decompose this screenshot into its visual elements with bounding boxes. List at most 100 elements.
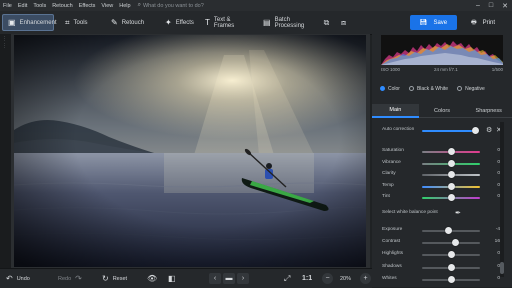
tab-tools[interactable]: ⌗ Tools	[60, 14, 100, 31]
slider-row-shadows: Shadows 0	[382, 263, 500, 273]
menu-file[interactable]: File	[0, 3, 15, 9]
slider-knob[interactable]	[444, 227, 452, 234]
save-icon: 💾︎	[419, 20, 428, 26]
mode-label: Negative	[465, 86, 485, 92]
grip-icon[interactable]: ⋮	[2, 36, 7, 42]
slider-row-vibrance: Vibrance 0	[382, 159, 500, 169]
menu-effects[interactable]: Effects	[76, 3, 99, 9]
slider-row-tint: Tint 0	[382, 193, 500, 203]
redo-icon: ↷	[75, 274, 82, 283]
panel-tabs: Main Colors Sharpness	[372, 104, 512, 118]
maximize-icon[interactable]: □	[489, 2, 493, 9]
slider-label: Contrast	[382, 239, 401, 245]
chevron-left-icon: ‹	[213, 275, 217, 282]
tab-sharpness[interactable]: Sharpness	[465, 104, 512, 118]
mode-label: Black & White	[416, 86, 449, 92]
menu-view[interactable]: View	[98, 3, 116, 9]
slider-knob[interactable]	[472, 127, 479, 134]
toolbar: ▣ Enhancement ⌗ Tools ✎ Retouch ✦ Effect…	[0, 11, 512, 35]
panel-scrollbar[interactable]	[500, 122, 504, 277]
zoom-level[interactable]: 20%	[340, 273, 351, 284]
actual-size-button[interactable]: 1:1	[302, 273, 312, 284]
mode-color[interactable]: Color	[380, 86, 400, 92]
slider-knob[interactable]	[447, 275, 455, 283]
tab-colors[interactable]: Colors	[418, 104, 466, 118]
scrollbar-thumb[interactable]	[500, 262, 504, 274]
auto-correction-label: Auto correction	[382, 127, 415, 132]
menu-tools[interactable]: Tools	[30, 3, 49, 9]
eye-icon: 👁︎	[147, 274, 158, 283]
tab-text-frames[interactable]: T Text & Frames	[200, 14, 254, 31]
tab-label: Enhancement	[19, 19, 57, 26]
slider-knob[interactable]	[447, 171, 455, 178]
slider-knob[interactable]	[447, 263, 455, 271]
split-view-icon: ◧	[168, 274, 176, 283]
grip-icon[interactable]: ⋮	[2, 43, 7, 49]
slider-knob[interactable]	[447, 194, 455, 201]
slider-value: 0	[497, 171, 500, 176]
before-after-button[interactable]: ◧	[168, 273, 176, 284]
mode-black-white[interactable]: Black & White	[408, 86, 449, 92]
slider-value: 0	[497, 148, 500, 153]
radio-icon	[408, 86, 414, 92]
print-button[interactable]: 🖶︎ Print	[462, 15, 504, 30]
menu-bar: File Edit Tools Retouch Effects View Hel…	[0, 0, 512, 11]
mode-negative[interactable]: Negative	[457, 86, 485, 92]
tab-label: Tools	[73, 19, 88, 26]
reset-icon: ↻	[102, 274, 109, 283]
photo[interactable]	[14, 35, 366, 267]
menu-edit[interactable]: Edit	[15, 3, 30, 9]
gear-icon[interactable]: ⚙	[486, 126, 492, 134]
mode-label: Color	[388, 86, 400, 92]
slider-knob[interactable]	[447, 182, 455, 190]
history-icon[interactable]: ⧈	[337, 16, 350, 29]
bottom-bar: ↶ Undo Redo ↷ ↻ Reset 👁︎ ◧ ‹ ▬ › ⤢ 1:1 −…	[0, 268, 372, 288]
slider-knob[interactable]	[447, 159, 455, 167]
slider-knob[interactable]	[452, 239, 460, 247]
next-photo-button[interactable]: ›	[237, 273, 249, 284]
slider-label: Vibrance	[382, 159, 401, 165]
preview-button[interactable]: 👁︎	[147, 273, 157, 284]
enhancement-icon: ▣	[8, 18, 16, 27]
redo-button[interactable]: Redo ↷	[58, 273, 82, 284]
menu-retouch[interactable]: Retouch	[49, 3, 76, 9]
tab-enhancement[interactable]: ▣ Enhancement	[2, 14, 57, 31]
text-icon: T	[205, 18, 210, 27]
save-button[interactable]: 💾︎ Save	[410, 15, 457, 30]
minus-icon: −	[325, 275, 330, 282]
tab-main[interactable]: Main	[372, 104, 419, 118]
menu-help[interactable]: Help	[116, 3, 133, 9]
zoom-in-button[interactable]: +	[360, 273, 371, 284]
auto-correction-row: Auto correction ⚙ ✕	[382, 126, 502, 136]
window-controls: – □ ✕	[476, 0, 508, 11]
tab-label: Text & Frames	[213, 16, 235, 29]
zoom-out-button[interactable]: −	[322, 273, 333, 284]
tab-effects[interactable]: ✦ Effects	[160, 14, 202, 31]
undo-button[interactable]: ↶ Undo	[6, 273, 30, 284]
menu-search[interactable]: ⌕ What do you want to do?	[138, 2, 204, 9]
slider-label: Tint	[382, 194, 390, 199]
lens-value: 24 mm f/7.1	[433, 67, 458, 72]
fit-to-screen-button[interactable]: ⤢	[284, 273, 290, 284]
wand-icon: ✦	[165, 18, 172, 27]
slider-label: Clarity	[382, 171, 396, 176]
slider-track[interactable]	[422, 242, 480, 245]
tab-retouch[interactable]: ✎ Retouch	[106, 14, 150, 31]
slider-label: Exposure	[382, 227, 403, 232]
close-icon[interactable]: ✕	[502, 2, 508, 10]
slider-knob[interactable]	[447, 251, 455, 259]
previous-photo-button[interactable]: ‹	[209, 273, 221, 284]
auto-correction-slider[interactable]	[422, 130, 476, 132]
undo-label: Undo	[16, 275, 30, 282]
compare-icon[interactable]: ⧉	[320, 16, 333, 29]
reset-button[interactable]: ↻ Reset	[102, 273, 127, 284]
minimize-icon[interactable]: –	[476, 2, 480, 9]
actual-size-label: 1:1	[302, 275, 313, 282]
slider-label: Whites	[382, 275, 397, 281]
eyedropper-icon[interactable]: ✒	[455, 209, 461, 217]
adjustments-panel: ISO 1000 24 mm f/7.1 1/500 Color Black &…	[372, 34, 512, 287]
open-folder-button[interactable]: ▬	[223, 273, 235, 284]
tab-batch-processing[interactable]: ▤ Batch Processing	[258, 14, 312, 31]
slider-knob[interactable]	[447, 148, 455, 155]
slider-row-temp: Temp 0	[382, 182, 500, 192]
